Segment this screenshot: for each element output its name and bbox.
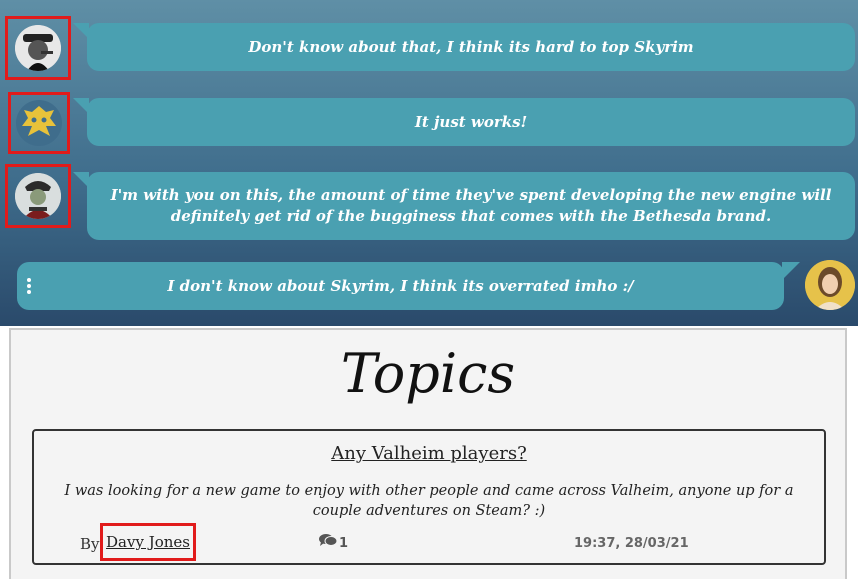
by-label: By: [80, 535, 100, 553]
author-link[interactable]: Davy Jones: [106, 533, 190, 551]
reply-count: 1: [319, 531, 348, 557]
author-highlight: Davy Jones: [100, 523, 196, 561]
message-text: It just works!: [414, 112, 528, 131]
topic-description: I was looking for a new game to enjoy wi…: [64, 483, 794, 519]
message-bubble: Don't know about that, I think its hard …: [73, 23, 855, 71]
avatar[interactable]: [5, 164, 71, 228]
pirate-avatar-icon: [15, 173, 61, 219]
chat-message: I'm with you on this, the amount of time…: [0, 163, 858, 243]
topics-panel: Topics Any Valheim players? I was lookin…: [9, 328, 847, 579]
topic-title-link[interactable]: Any Valheim players?: [34, 443, 824, 464]
chat-message: Don't know about that, I think its hard …: [0, 14, 858, 80]
chat-message: It just works!: [0, 90, 858, 156]
topic-timestamp: 19:37, 28/03/21: [574, 536, 689, 551]
reply-count-value: 1: [339, 536, 349, 551]
avatar[interactable]: [5, 16, 71, 80]
topic-card[interactable]: Any Valheim players? I was looking for a…: [32, 429, 826, 565]
message-text: I don't know about Skyrim, I think its o…: [167, 276, 634, 295]
woman-avatar-icon[interactable]: [805, 260, 855, 310]
message-bubble: I'm with you on this, the amount of time…: [73, 172, 855, 240]
topic-meta: By Davy Jones 1 19:37, 28/03/21: [34, 523, 824, 561]
chat-area: Don't know about that, I think its hard …: [0, 0, 858, 326]
page-title: Topics: [340, 342, 516, 405]
message-options-icon[interactable]: [27, 278, 31, 294]
comments-icon: [319, 531, 338, 557]
message-bubble: I don't know about Skyrim, I think its o…: [17, 262, 800, 310]
chat-message-own: I don't know about Skyrim, I think its o…: [0, 258, 858, 314]
message-bubble: It just works!: [73, 98, 855, 146]
yellow-emblem-avatar-icon: [16, 100, 62, 146]
message-text: I'm with you on this, the amount of time…: [110, 186, 832, 225]
avatar[interactable]: [8, 92, 70, 154]
old-man-avatar-icon: [15, 25, 61, 71]
message-text: Don't know about that, I think its hard …: [248, 37, 694, 56]
